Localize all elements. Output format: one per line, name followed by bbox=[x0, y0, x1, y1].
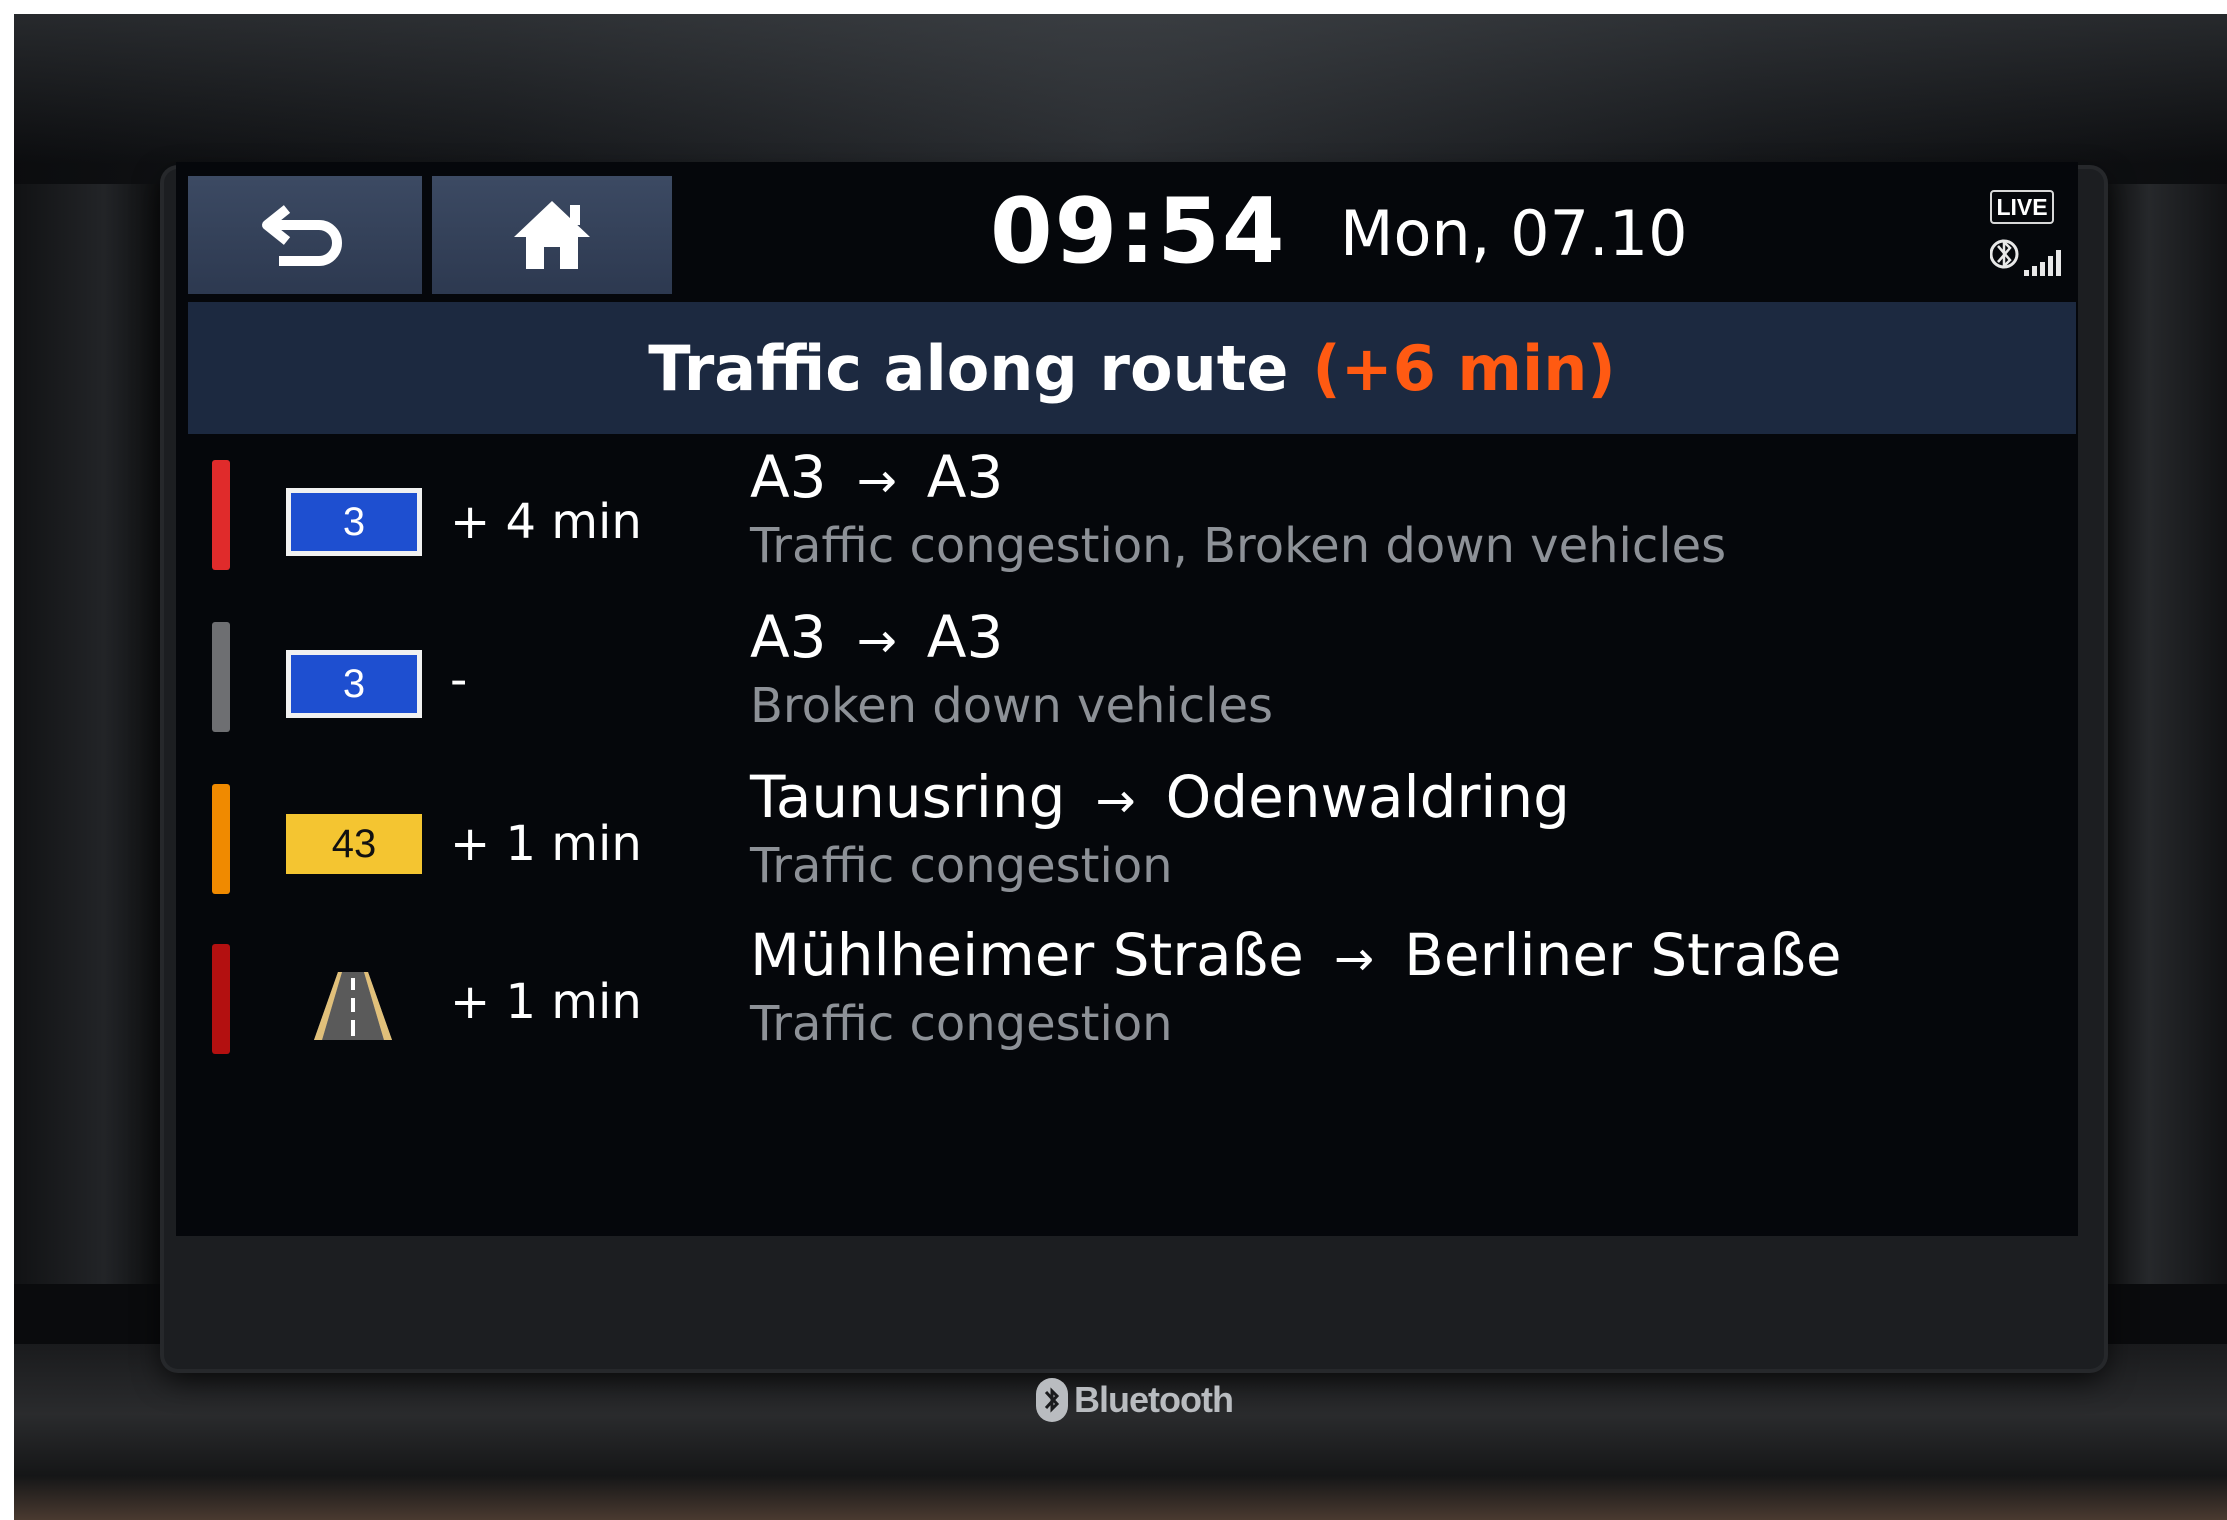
bluetooth-logo: Bluetooth bbox=[1036, 1376, 1234, 1424]
severity-bar-dark-red bbox=[212, 944, 230, 1054]
infotainment-screen: 09:54 Mon, 07.10 LIVE Traffic along rout… bbox=[176, 162, 2078, 1236]
route-arrow: → bbox=[1095, 773, 1136, 829]
route-from: Mühlheimer Straße bbox=[750, 921, 1304, 989]
incident-description: Broken down vehicles bbox=[750, 678, 1274, 734]
date: Mon, 07.10 bbox=[1340, 197, 1688, 270]
incident-row[interactable]: 3 + 4 min A3 → A3 Traffic congestion, Brok… bbox=[176, 434, 2078, 596]
route-from: A3 bbox=[750, 603, 827, 671]
federal-road-shield: 43 bbox=[286, 814, 422, 874]
route-from: Taunusring bbox=[750, 763, 1066, 831]
severity-bar-orange bbox=[212, 784, 230, 894]
incident-row[interactable]: + 1 min Mühlheimer Straße → Berliner Straß… bbox=[176, 920, 2078, 1082]
bluetooth-brand-label: Bluetooth bbox=[1074, 1379, 1234, 1420]
route-to: A3 bbox=[926, 443, 1004, 511]
top-bar: 09:54 Mon, 07.10 LIVE bbox=[176, 162, 2078, 296]
live-badge: LIVE bbox=[1990, 190, 2054, 224]
incident-delay: + 4 min bbox=[450, 494, 642, 550]
incident-description: Traffic congestion, Broken down vehicles bbox=[750, 518, 1727, 574]
motorway-shield: 3 bbox=[286, 650, 422, 718]
route-arrow: → bbox=[856, 453, 897, 509]
incident-route: A3 → A3 bbox=[750, 602, 1003, 672]
road-icon bbox=[314, 972, 392, 1040]
bezel-left-panel bbox=[14, 184, 164, 1284]
bluetooth-icon bbox=[1989, 238, 2019, 270]
incident-route: A3 → A3 bbox=[750, 442, 1003, 512]
route-to: Odenwaldring bbox=[1165, 763, 1570, 831]
bezel-gloss bbox=[14, 14, 2227, 164]
back-arrow-icon bbox=[262, 205, 342, 266]
bezel-bottom-panel bbox=[14, 1344, 2227, 1520]
incident-route: Taunusring → Odenwaldring bbox=[750, 762, 1570, 832]
incident-description: Traffic congestion bbox=[750, 838, 1173, 894]
status-icons bbox=[1989, 236, 2062, 278]
incident-route: Mühlheimer Straße → Berliner Straße bbox=[750, 920, 1842, 990]
total-delay: (+6 min) bbox=[1312, 331, 1616, 405]
bezel-right-panel bbox=[2097, 184, 2227, 1284]
motorway-shield: 3 bbox=[286, 488, 422, 556]
route-from: A3 bbox=[750, 443, 827, 511]
page-title: Traffic along route bbox=[648, 331, 1289, 405]
route-to: Berliner Straße bbox=[1404, 921, 1842, 989]
bluetooth-logo-icon bbox=[1036, 1378, 1068, 1422]
incident-list: 3 + 4 min A3 → A3 Traffic congestion, Brok… bbox=[176, 434, 2078, 1082]
route-arrow: → bbox=[856, 613, 897, 669]
title-bar: Traffic along route (+6 min) bbox=[188, 302, 2076, 434]
incident-delay: + 1 min bbox=[450, 974, 642, 1030]
severity-bar-red bbox=[212, 460, 230, 570]
clock: 09:54 bbox=[990, 179, 1287, 284]
incident-description: Traffic congestion bbox=[750, 996, 1173, 1052]
incident-row[interactable]: 43 + 1 min Taunusring → Odenwaldring Traff… bbox=[176, 758, 2078, 920]
home-button[interactable] bbox=[432, 176, 672, 294]
incident-delay: - bbox=[450, 652, 468, 708]
back-button[interactable] bbox=[188, 176, 422, 294]
signal-strength-icon bbox=[2024, 250, 2061, 276]
route-to: A3 bbox=[926, 603, 1004, 671]
incident-row[interactable]: 3 - A3 → A3 Broken down vehicles bbox=[176, 596, 2078, 758]
home-icon bbox=[514, 201, 590, 269]
incident-delay: + 1 min bbox=[450, 816, 642, 872]
route-arrow: → bbox=[1333, 931, 1375, 987]
severity-bar-gray bbox=[212, 622, 230, 732]
